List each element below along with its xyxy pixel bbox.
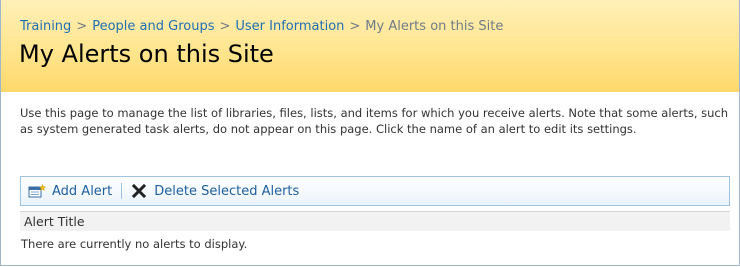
breadcrumb: Training > People and Groups > User Informat… bbox=[20, 19, 503, 34]
page-title: My Alerts on this Site bbox=[19, 40, 274, 68]
alerts-toolbar: Add Alert Delete Selected Alerts bbox=[20, 176, 730, 206]
add-alert-icon bbox=[28, 183, 47, 198]
column-header-alert-title[interactable]: Alert Title bbox=[24, 214, 85, 229]
page-description: Use this page to manage the list of libr… bbox=[20, 106, 729, 136]
list-column-header: Alert Title bbox=[20, 211, 730, 231]
delete-selected-alerts-label: Delete Selected Alerts bbox=[154, 183, 300, 199]
breadcrumb-separator: > bbox=[76, 19, 88, 34]
breadcrumb-link-people-and-groups[interactable]: People and Groups bbox=[92, 19, 214, 34]
toolbar-divider bbox=[121, 183, 123, 199]
breadcrumb-separator: > bbox=[219, 19, 231, 34]
page-header: Training > People and Groups > User Informat… bbox=[1, 0, 739, 92]
breadcrumb-current: My Alerts on this Site bbox=[365, 19, 504, 34]
add-alert-label: Add Alert bbox=[52, 183, 113, 199]
delete-selected-alerts-button[interactable]: Delete Selected Alerts bbox=[131, 183, 299, 199]
breadcrumb-separator: > bbox=[349, 19, 361, 34]
empty-list-message: There are currently no alerts to display… bbox=[21, 237, 248, 251]
delete-x-icon bbox=[131, 183, 147, 199]
add-alert-button[interactable]: Add Alert bbox=[21, 184, 112, 199]
breadcrumb-link-user-information[interactable]: User Information bbox=[235, 19, 344, 34]
breadcrumb-link-training[interactable]: Training bbox=[20, 19, 71, 34]
